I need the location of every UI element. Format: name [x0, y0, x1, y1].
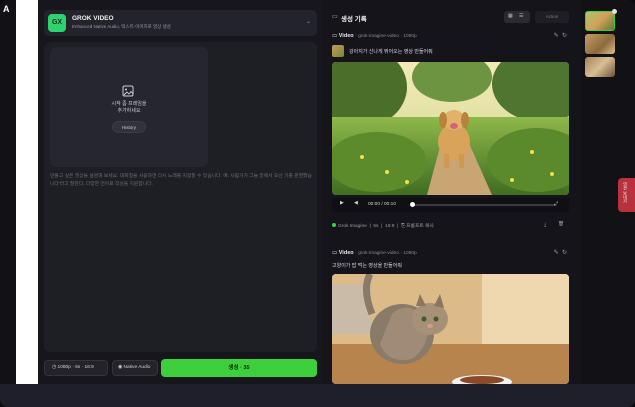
item-caption: 강아지가 신나게 뛰어오는 영상 만들어줘 — [349, 49, 433, 55]
history-item-header: ▭ Video · grok-imagine-video · 1080p — [332, 33, 417, 39]
generate-button[interactable]: 생성 · 35 — [161, 359, 317, 377]
upload-text-line2: 추가하세요 — [117, 108, 141, 114]
model-badge: GX — [48, 14, 66, 32]
item-model: grok-imagine-video — [358, 34, 399, 39]
bottom-strip — [0, 384, 635, 407]
edit-icon[interactable]: ✎ — [554, 33, 559, 39]
generation-controls: ◷ 1080p · 5s · 16:9 ◉ Native Audio 생성 · … — [44, 359, 317, 379]
video-player-cat[interactable] — [332, 274, 569, 384]
upload-text-line1: 시작 좀 프레임을 — [111, 101, 147, 107]
left-rail: A — [0, 0, 16, 407]
feedback-tab[interactable]: 의견 보내기 — [618, 178, 635, 212]
item-type: Video — [338, 250, 354, 256]
item-meta-row: Grok Imagine | 5s | 16:9 | ⎘ 프롬프트 복사 ⤓ 🗑 — [332, 222, 569, 229]
feedback-label: 의견 보내기 — [623, 182, 628, 204]
input-panel: 시작 좀 프레임을 추가하세요 History 만들고 싶은 영상을 설명해 보… — [44, 42, 317, 352]
grid-icon[interactable]: ▦ — [508, 13, 513, 19]
gallery-thumb[interactable] — [585, 11, 615, 31]
refresh-icon[interactable]: ↻ — [562, 250, 567, 256]
edit-icon[interactable]: ✎ — [554, 250, 559, 256]
item-caption: 고양이가 밥 먹는 영상을 만들어줘 — [332, 263, 402, 269]
view-toggle[interactable]: ▦ ☰ — [504, 11, 530, 23]
item-type: Video — [338, 33, 354, 39]
ratio: 16:9 — [385, 224, 395, 229]
video-icon: ▭ — [332, 14, 338, 20]
play-icon[interactable]: ▶ — [340, 201, 344, 206]
app-logo[interactable]: A — [3, 4, 13, 14]
frame-upload-area[interactable]: 시작 좀 프레임을 추가하세요 History — [50, 47, 208, 167]
gallery-thumb[interactable] — [585, 57, 615, 77]
download-icon[interactable]: ⤓ — [544, 222, 546, 228]
duration: 5s — [373, 224, 379, 229]
history-title: 생성 기록 — [341, 16, 367, 23]
fullscreen-icon[interactable]: ⤢ — [554, 201, 558, 207]
progress-bar[interactable] — [412, 204, 557, 206]
gallery-thumb[interactable] — [585, 34, 615, 54]
settings-label: 1080p · 5s · 16:9 — [57, 365, 94, 370]
time-display: 00:00 / 00:10 — [368, 202, 397, 207]
item-model: grok-imagine-video — [358, 251, 399, 256]
model-subtitle: Enhanced Native Audio, 텍스트-이미지로 영상 생성 — [72, 24, 171, 29]
selected-indicator — [612, 9, 617, 14]
source-thumbnail — [332, 45, 344, 57]
native-audio-toggle[interactable]: ◉ Native Audio — [112, 360, 158, 376]
image-icon — [122, 85, 134, 97]
item-resolution: 1080p — [403, 34, 417, 39]
model-selector[interactable]: GX GROK VIDEO Enhanced Native Audio, 텍스트… — [44, 10, 317, 36]
video-icon: ▭ — [332, 250, 339, 256]
progress-handle[interactable] — [410, 202, 415, 207]
item-actions: ✎ ↻ — [554, 249, 567, 256]
copy-prompt-button[interactable]: 프롬프트 복사 — [406, 224, 434, 229]
volume-icon[interactable]: ◀ — [354, 201, 358, 206]
refresh-icon[interactable]: ↻ — [562, 33, 567, 39]
status-dot — [332, 223, 336, 227]
chevron-down-icon: ⌄ — [305, 19, 311, 25]
list-icon[interactable]: ☰ — [519, 13, 523, 19]
generator-panel: GX GROK VIDEO Enhanced Native Audio, 텍스트… — [38, 0, 323, 384]
item-resolution: 1080p — [403, 251, 417, 256]
nav-strip — [16, 0, 38, 384]
video-icon: ▭ — [332, 33, 339, 39]
upload-instructions: 시작 좀 프레임을 추가하세요 — [50, 101, 208, 115]
app-window: A GX GROK VIDEO Enhanced Native Audio, 텍… — [0, 0, 635, 407]
history-item-header: ▭ Video · grok-imagine-video · 1080p — [332, 250, 417, 256]
video-controls: ▶ ◀ 00:00 / 00:10 ⤢ — [332, 198, 569, 212]
delete-icon[interactable]: 🗑 — [558, 222, 564, 227]
action-button[interactable]: Action — [535, 11, 569, 23]
item-actions: ✎ ↻ — [554, 32, 567, 39]
model-title: GROK VIDEO — [72, 15, 114, 22]
history-panel: ▭ 생성 기록 ▦ ☰ Action ▭ Video · grok-imagin… — [323, 0, 581, 384]
video-player-dog[interactable] — [332, 62, 569, 195]
history-button[interactable]: History — [112, 121, 146, 133]
video-settings-button[interactable]: ◷ 1080p · 5s · 16:9 — [44, 360, 108, 376]
provider: Grok Imagine — [338, 224, 367, 229]
audio-label: Native Audio — [123, 365, 151, 370]
prompt-input[interactable]: 만들고 싶은 영상을 설명해 보세요. 대화형을 사용하면 다시 노래를 지정할… — [50, 173, 312, 189]
